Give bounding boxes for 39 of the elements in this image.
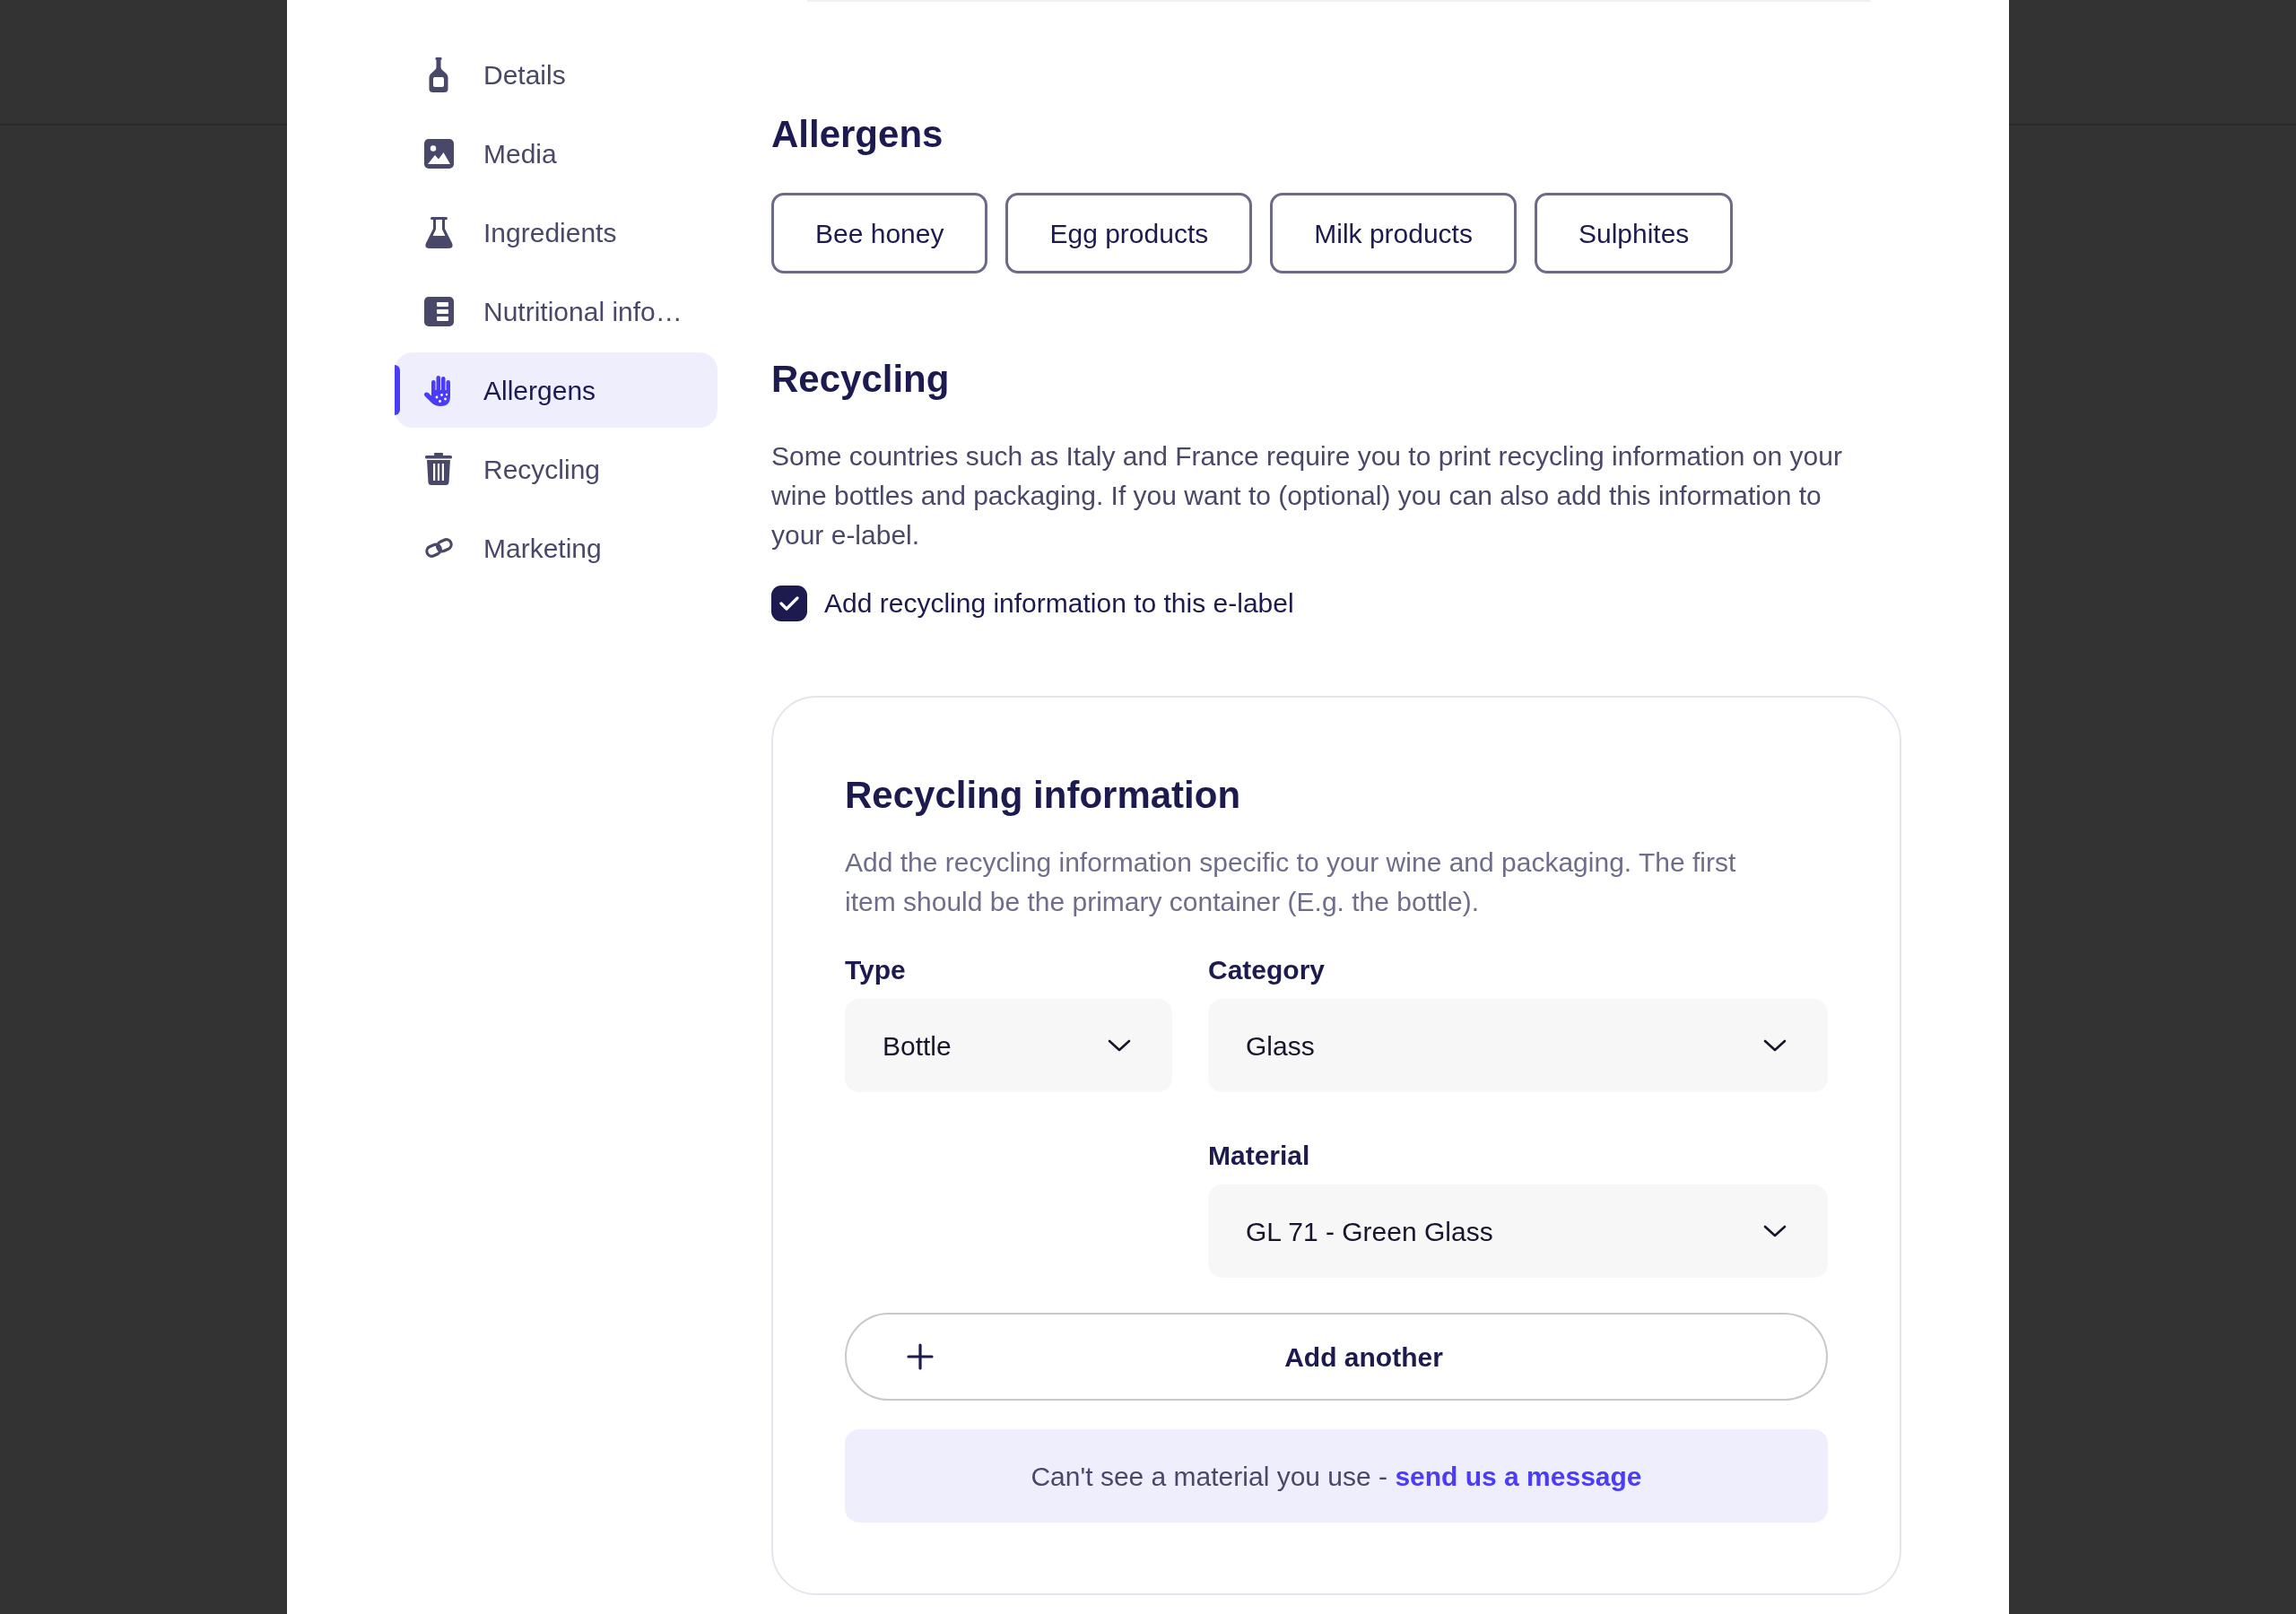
notice-text: Can't see a material you use - send us a message	[1031, 1460, 1642, 1493]
list-icon	[423, 296, 454, 326]
sidebar-item[interactable]: Ingredients	[395, 195, 718, 270]
sidebar-item[interactable]: Marketing	[395, 510, 718, 586]
chevron-down-icon	[1108, 1039, 1131, 1052]
section-heading: Allergens	[771, 112, 944, 157]
allergen-chip[interactable]: Sulphites	[1534, 193, 1734, 273]
flask-icon	[424, 216, 453, 248]
field-label: Category	[1208, 954, 1326, 986]
checkbox[interactable]	[771, 585, 807, 621]
field-label: Type	[845, 954, 907, 986]
trash-icon	[425, 453, 452, 485]
section-description: Some countries such as Italy and France require you to print recycling information on your wine bottles and packaging. If you want to (optional) you can also add this information to your e-label.	[771, 440, 1843, 551]
bottle-icon	[429, 56, 448, 92]
field-label: Material	[1208, 1140, 1311, 1172]
dropdown[interactable]: Glass	[1208, 999, 1828, 1092]
allergen-chip[interactable]: Milk products	[1270, 193, 1517, 273]
allergen-chip[interactable]: Bee honey	[771, 193, 988, 273]
image-icon	[423, 138, 454, 169]
sidebar-item[interactable]: Allergens	[395, 352, 718, 428]
checkbox-label[interactable]: Add recycling information to this e-label	[824, 583, 1294, 623]
message-link[interactable]: send us a message	[1395, 1461, 1642, 1491]
active-indicator	[395, 365, 400, 415]
card-description: Add the recycling information specific to your wine and packaging. The first item should be the primary container (E.g. the bottle).	[845, 846, 1737, 918]
link-icon	[422, 536, 455, 560]
dropdown[interactable]: GL 71 - Green Glass	[1208, 1184, 1828, 1278]
add-another-button[interactable]: Add another	[845, 1313, 1828, 1401]
dropdown[interactable]: Bottle	[845, 999, 1172, 1092]
sidebar-item[interactable]: Details	[395, 37, 718, 112]
sidebar-item[interactable]: Recycling	[395, 431, 718, 507]
plus-icon	[907, 1343, 934, 1370]
section-heading: Recycling	[771, 357, 951, 402]
card-heading: Recycling information	[845, 773, 1242, 818]
allergen-chip[interactable]: Egg products	[1005, 193, 1253, 273]
sidebar-item[interactable]: Nutritional info…	[395, 273, 718, 349]
chevron-down-icon	[1763, 1225, 1787, 1237]
sidebar-item[interactable]: Media	[395, 116, 718, 191]
chevron-down-icon	[1763, 1039, 1787, 1052]
checkmark-icon	[779, 595, 799, 611]
